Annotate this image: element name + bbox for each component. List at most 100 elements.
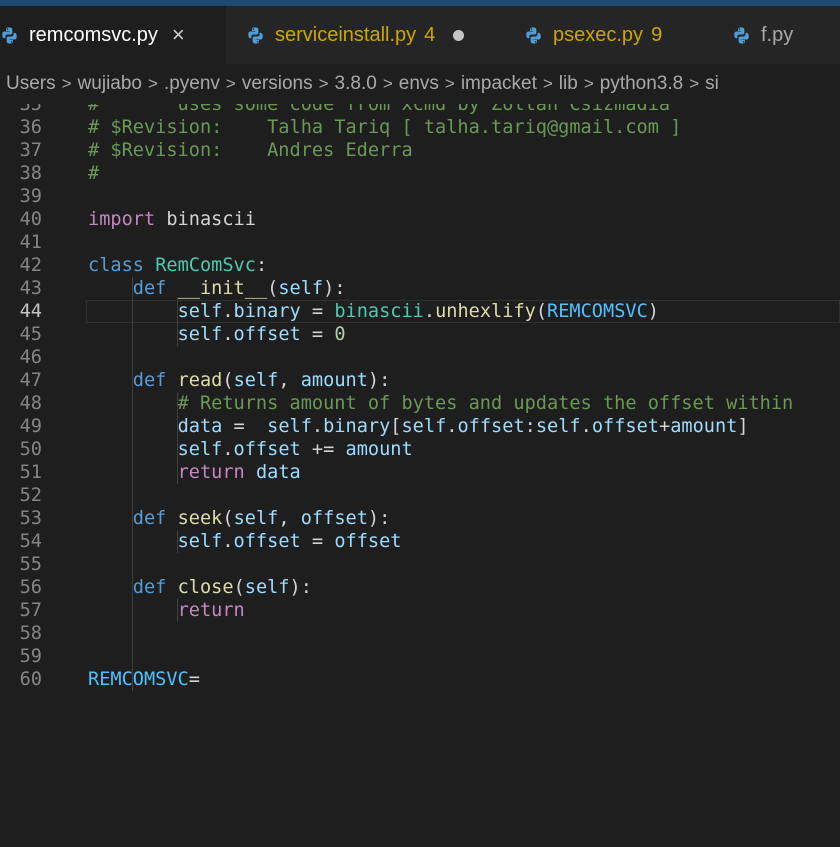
code-token-comment: # bbox=[88, 163, 100, 184]
code-text: REMCOMSVC= bbox=[88, 668, 200, 691]
breadcrumb-item-envs[interactable]: envs bbox=[399, 73, 439, 95]
code-token-keyword: def bbox=[132, 370, 167, 391]
code-token-keyword: class bbox=[88, 255, 144, 276]
breadcrumb-item-impacket[interactable]: impacket bbox=[461, 73, 537, 95]
code-line[interactable]: 38 # bbox=[0, 162, 840, 185]
code-line[interactable]: 40 import binascii bbox=[0, 208, 840, 231]
code-line[interactable]: 41 bbox=[0, 231, 840, 254]
breadcrumb-item-versions[interactable]: versions bbox=[242, 73, 313, 95]
line-number: 43 bbox=[19, 278, 42, 299]
code-text: self.binary = binascii.unhexlify(REMCOMS… bbox=[88, 300, 659, 323]
code-line[interactable]: 54 self.offset = offset bbox=[0, 530, 840, 553]
code-text: def __init__(self): bbox=[88, 277, 346, 300]
code-line[interactable]: 39 bbox=[0, 185, 840, 208]
line-number: 39 bbox=[19, 186, 42, 207]
code-token-op: = bbox=[300, 324, 335, 345]
code-token-plain: ( bbox=[233, 577, 245, 598]
line-number: 52 bbox=[19, 485, 42, 506]
code-line[interactable]: 35 # uses some code from xcmd by Zoltan C… bbox=[0, 104, 840, 116]
code-token-var: self bbox=[233, 370, 279, 391]
code-line[interactable]: 48 # Returns amount of bytes and updates… bbox=[0, 392, 840, 415]
code-token-var: self bbox=[177, 324, 223, 345]
code-token-plain: : bbox=[255, 255, 268, 276]
code-line[interactable]: 45 self.offset = 0 bbox=[0, 323, 840, 346]
tab-f-py[interactable]: f.py bbox=[712, 6, 840, 64]
indent-guide bbox=[176, 599, 178, 622]
code-token-var: data bbox=[255, 462, 301, 483]
line-number: 45 bbox=[19, 324, 42, 345]
code-line[interactable]: 60 REMCOMSVC= bbox=[0, 668, 840, 691]
code-line[interactable]: 52 bbox=[0, 484, 840, 507]
code-token-plain: [ bbox=[390, 416, 402, 437]
code-token-const: REMCOMSVC bbox=[88, 669, 189, 690]
code-line[interactable]: 49 data = self.binary[self.offset:self.o… bbox=[0, 415, 840, 438]
breadcrumb-separator: > bbox=[225, 74, 236, 93]
line-number: 38 bbox=[19, 163, 42, 184]
code-token-keyword: def bbox=[132, 278, 167, 299]
breadcrumb-item-si[interactable]: si bbox=[705, 73, 719, 95]
breadcrumb-item-python3-8[interactable]: python3.8 bbox=[600, 73, 683, 95]
code-token-class: RemComSvc bbox=[155, 255, 256, 276]
line-number: 49 bbox=[19, 416, 42, 437]
code-token-var: self bbox=[535, 416, 581, 437]
tab-remcomsvc-py[interactable]: remcomsvc.py × bbox=[0, 6, 226, 64]
line-number: 53 bbox=[19, 508, 42, 529]
problems-count-badge: 4 bbox=[424, 23, 436, 46]
line-number: 48 bbox=[19, 393, 42, 414]
code-line[interactable]: 55 bbox=[0, 553, 840, 576]
code-token-plain: ( bbox=[222, 370, 234, 391]
line-number: 51 bbox=[19, 462, 42, 483]
breadcrumb-item-users[interactable]: Users bbox=[6, 73, 56, 95]
vscode-window: remcomsvc.py × serviceinstall.py 4 psexe… bbox=[0, 0, 840, 847]
code-token-func: read bbox=[177, 370, 223, 391]
code-text: def read(self, amount): bbox=[88, 369, 391, 392]
code-token-comment: # $Revision: Talha Tariq [ talha.tariq@g… bbox=[88, 117, 682, 138]
code-line[interactable]: 56 def close(self): bbox=[0, 576, 840, 599]
line-number: 59 bbox=[19, 646, 42, 667]
code-token-op: = bbox=[222, 416, 268, 437]
code-editor[interactable]: 35 # uses some code from xcmd by Zoltan C… bbox=[0, 104, 840, 847]
code-line[interactable]: 36 # $Revision: Talha Tariq [ talha.tariq… bbox=[0, 116, 840, 139]
code-token-plain: ) bbox=[647, 301, 659, 322]
line-number: 50 bbox=[19, 439, 42, 460]
code-token-var: offset bbox=[233, 531, 301, 552]
code-token-var: self bbox=[233, 508, 279, 529]
breadcrumb-item-wujiabo[interactable]: wujiabo bbox=[78, 73, 142, 95]
breadcrumb: Users > wujiabo > .pyenv > versions >3.8.0 > envs… bbox=[0, 64, 840, 104]
indent-guide bbox=[176, 300, 178, 346]
tab-psexec-py[interactable]: psexec.py 9 bbox=[504, 6, 712, 64]
code-line[interactable]: 44 self.binary = binascii.unhexlify(REMC… bbox=[20, 300, 840, 323]
line-number: 55 bbox=[19, 554, 42, 575]
code-line[interactable]: 37 # $Revision: Andres Ederra bbox=[0, 139, 840, 162]
code-line[interactable]: 43 def __init__(self): bbox=[0, 277, 840, 300]
close-tab-icon[interactable]: × bbox=[172, 24, 185, 46]
code-token-plain: ( bbox=[267, 278, 279, 299]
code-line[interactable]: 58 bbox=[0, 622, 840, 645]
code-token-plain: : bbox=[524, 416, 536, 437]
code-token-var: self bbox=[401, 416, 447, 437]
breadcrumb-item-lib[interactable]: lib bbox=[559, 73, 578, 95]
code-line[interactable]: 50 self.offset += amount bbox=[0, 438, 840, 461]
code-token-import: import bbox=[88, 209, 156, 230]
breadcrumb-item-3-8-0[interactable]: 3.8.0 bbox=[335, 73, 377, 95]
code-text: self.offset = 0 bbox=[88, 323, 346, 346]
editor-tab-bar: remcomsvc.py × serviceinstall.py 4 psexe… bbox=[0, 6, 840, 64]
code-token-var: amount bbox=[670, 416, 738, 437]
code-token-plain: . bbox=[446, 416, 458, 437]
code-line[interactable]: 47 def read(self, amount): bbox=[0, 369, 840, 392]
code-token-op: = bbox=[300, 531, 335, 552]
code-line[interactable]: 46 bbox=[0, 346, 840, 369]
code-line[interactable]: 51 return data bbox=[0, 461, 840, 484]
code-line[interactable]: 57 return bbox=[0, 599, 840, 622]
tab-serviceinstall-py[interactable]: serviceinstall.py 4 bbox=[226, 6, 504, 64]
python-icon bbox=[526, 26, 541, 44]
code-line[interactable]: 42 class RemComSvc: bbox=[0, 254, 840, 277]
breadcrumb-item-pyenv[interactable]: .pyenv bbox=[164, 73, 220, 95]
code-line[interactable]: 59 bbox=[0, 645, 840, 668]
code-line[interactable]: 53 def seek(self, offset): bbox=[0, 507, 840, 530]
